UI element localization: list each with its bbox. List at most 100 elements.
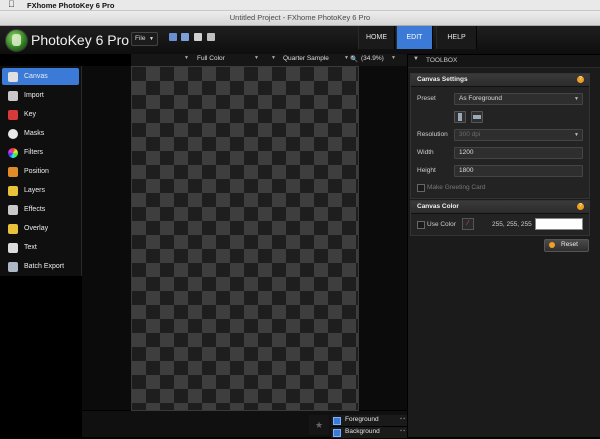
toolbox-title: TOOLBOX [426,57,458,64]
sidebar-item-canvas[interactable]: Canvas [2,68,79,85]
use-color-checkbox[interactable] [417,221,425,229]
layer-row-foreground[interactable]: Foreground ▪ ▪ [331,415,407,427]
sidebar-item-key[interactable]: Key [2,106,79,123]
system-menu-bar:  FXhome PhotoKey 6 Pro [0,0,600,11]
panel-title: Canvas Color [417,203,459,210]
sidebar-item-layers[interactable]: Layers [2,182,79,199]
apple-icon[interactable]:  [8,0,15,9]
sidebar-item-text[interactable]: Text [2,239,79,256]
sidebar-item-label: Position [24,168,49,175]
sidebar-item-filters[interactable]: Filters [2,144,79,161]
tab-help[interactable]: HELP [436,26,477,49]
sidebar-item-label: Text [24,244,37,251]
key-icon [8,110,18,120]
filters-icon [8,148,18,158]
sidebar-item-effects[interactable]: Effects [2,201,79,218]
sidebar-item-label: Masks [24,130,45,137]
portrait-orientation-icon[interactable] [454,111,466,123]
resolution-select[interactable]: 300 dpi ▼ [454,129,583,141]
use-color-label: Use Color [427,221,456,228]
print-icon[interactable] [207,33,215,41]
reset-icon [549,242,555,248]
height-input[interactable]: 1800 [454,165,583,177]
chevron-down-icon: ▼ [344,55,349,61]
app-toolbar: PhotoKey 6 Pro [0,26,600,54]
reset-label: Reset [561,241,578,248]
masks-icon [8,129,18,139]
resolution-label: Resolution [417,131,448,138]
batch-export-icon [8,262,18,272]
sidebar-item-label: Effects [24,206,46,213]
sidebar-item-overlay[interactable]: Overlay [2,220,79,237]
canvas-icon [8,72,18,82]
help-icon[interactable]: ? [577,203,584,210]
tab-home[interactable]: HOME [358,26,395,49]
landscape-orientation-icon[interactable] [471,111,483,123]
chevron-down-icon: ▼ [184,55,189,61]
window-title-bar: Untitled Project - FXhome PhotoKey 6 Pro [0,11,600,26]
star-icon[interactable]: ★ [309,415,329,435]
file-menu-label: File [135,35,146,42]
panel-header[interactable]: Canvas Settings ? [411,74,589,87]
window-title: Untitled Project - FXhome PhotoKey 6 Pro [229,13,371,22]
eyedropper-icon[interactable]: ⁄ [462,218,474,230]
transparent-canvas[interactable] [131,66,359,411]
sample-mode-select[interactable]: Quarter Sample [283,55,329,62]
panel-title: Canvas Settings [417,76,468,83]
sidebar-item-import[interactable]: Import [2,87,79,104]
position-icon [8,167,18,177]
layer-visibility-checkbox[interactable] [333,417,341,425]
layers-icon [8,186,18,196]
sidebar-item-label: Filters [24,149,44,156]
tab-edit[interactable]: EDIT [396,26,433,49]
layer-controls-icon[interactable]: ▪ ▪ [400,428,405,434]
height-label: Height [417,167,436,174]
sidebar-item-label: Batch Export [24,263,65,270]
app-menu-name[interactable]: FXhome PhotoKey 6 Pro [27,1,115,10]
sidebar-item-masks[interactable]: Masks [2,125,79,142]
color-swatch[interactable] [535,218,583,230]
layer-label: Foreground [345,416,379,423]
sidebar-item-position[interactable]: Position [2,163,79,180]
chevron-down-icon: ▼ [271,55,276,61]
panel-header[interactable]: Canvas Color ? [411,201,589,214]
resolution-value: 300 dpi [459,131,481,138]
app-logo-text: PhotoKey 6 Pro [31,32,130,48]
chevron-down-icon: ▼ [254,55,259,61]
toolbox-header[interactable]: ▼ TOOLBOX [408,55,600,68]
rgb-value: 255, 255, 255 [492,221,532,228]
layer-row-background[interactable]: Background ▪ ▪ [331,427,407,439]
width-input[interactable]: 1200 [454,147,583,159]
chevron-down-icon: ▼ [574,132,579,138]
sidebar-item-label: Overlay [24,225,49,232]
width-label: Width [417,149,434,156]
zoom-icon: 🔍 [350,56,359,63]
greeting-card-checkbox[interactable] [417,184,425,192]
zoom-level[interactable]: (34.9%) [361,55,384,62]
sidebar-item-label: Import [24,92,44,99]
preset-label: Preset [417,95,436,102]
greeting-card-label: Make Greeting Card [427,184,486,191]
layer-visibility-checkbox[interactable] [333,429,341,437]
color-mode-select[interactable]: Full Color [197,55,225,62]
layer-label: Background [345,428,380,435]
tools-sidebar: Canvas Import Key Masks Filters Position… [0,66,82,276]
sidebar-item-label: Key [24,111,37,118]
email-icon[interactable] [194,33,202,41]
chevron-down-icon: ▼ [149,36,154,42]
preset-select[interactable]: As Foreground ▼ [454,93,583,105]
preset-value: As Foreground [459,95,502,102]
help-icon[interactable]: ? [577,76,584,83]
open-project-icon[interactable] [181,33,189,41]
sidebar-item-label: Layers [24,187,46,194]
layer-controls-icon[interactable]: ▪ ▪ [400,416,405,422]
text-icon [8,243,18,253]
chevron-down-icon: ▼ [413,56,419,62]
overlay-icon [8,224,18,234]
new-project-icon[interactable] [169,33,177,41]
chevron-down-icon: ▼ [391,55,396,61]
sidebar-item-batch-export[interactable]: Batch Export [2,258,79,275]
reset-button[interactable]: Reset [544,239,589,252]
import-icon [8,91,18,101]
file-menu-button[interactable]: File ▼ [131,32,158,46]
